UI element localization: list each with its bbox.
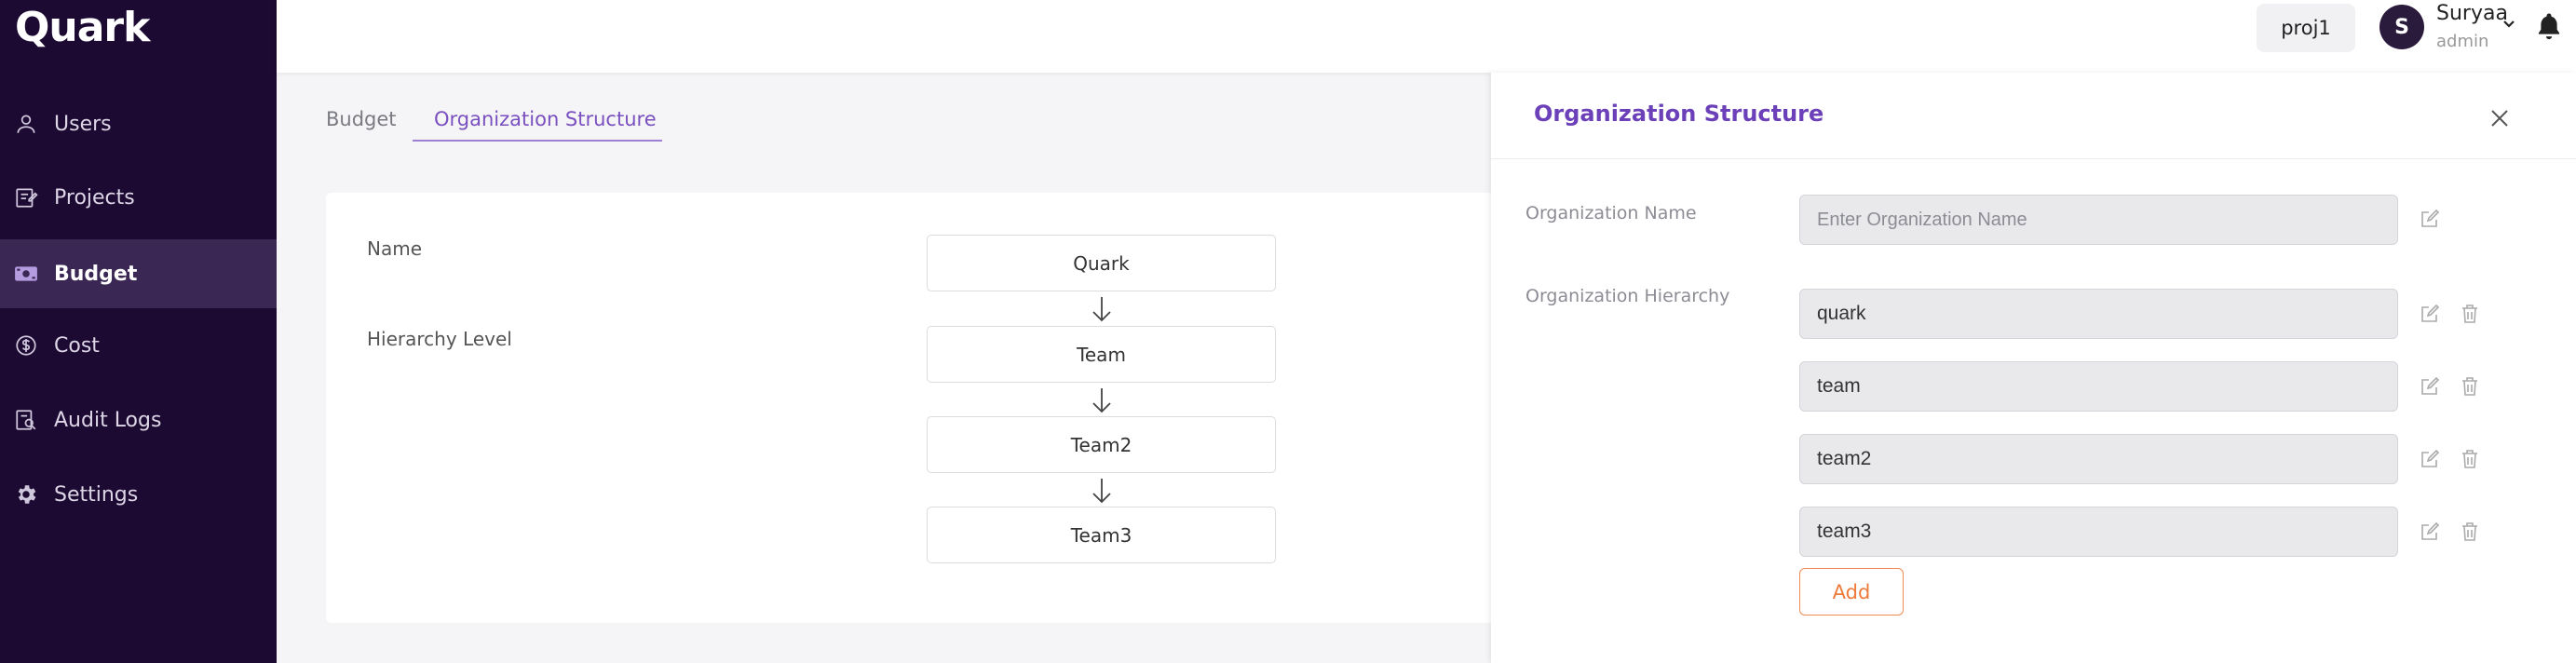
trash-icon[interactable] — [2459, 448, 2481, 470]
sidebar-item-projects[interactable]: Projects — [0, 163, 277, 232]
audit-search-icon — [13, 407, 39, 433]
organization-name-input[interactable] — [1817, 209, 2397, 231]
hierarchy-box: Team2 — [927, 416, 1276, 473]
trash-icon[interactable] — [2459, 375, 2481, 398]
arrow-down-icon — [1092, 297, 1111, 322]
sidebar-item-audit-logs[interactable]: Audit Logs — [0, 386, 277, 454]
sidebar-item-users[interactable]: Users — [0, 89, 277, 158]
tab-organization-structure[interactable]: Organization Structure — [434, 108, 657, 130]
dollar-circle-icon — [13, 332, 39, 359]
sidebar-item-label: Audit Logs — [54, 408, 162, 432]
bell-icon[interactable] — [2535, 11, 2563, 41]
user-name[interactable]: Suryaa — [2436, 2, 2508, 25]
add-button[interactable]: Add — [1799, 568, 1904, 616]
sidebar-item-label: Cost — [54, 333, 100, 358]
panel-divider — [1491, 158, 2576, 159]
sidebar-item-cost[interactable]: Cost — [0, 311, 277, 380]
user-role: admin — [2436, 32, 2489, 51]
top-header — [277, 0, 2576, 73]
organization-hierarchy-label: Organization Hierarchy — [1525, 286, 1730, 306]
trash-icon[interactable] — [2459, 303, 2481, 325]
name-label: Name — [367, 237, 423, 260]
money-icon — [13, 261, 39, 287]
arrow-down-icon — [1092, 479, 1111, 504]
user-icon — [13, 111, 39, 137]
tab-budget[interactable]: Budget — [326, 108, 397, 130]
hierarchy-box: Quark — [927, 235, 1276, 291]
edit-icon[interactable] — [2419, 375, 2441, 398]
organization-structure-panel: Organization Structure Organization Name… — [1491, 73, 2576, 663]
sidebar: Quark Users Projects Budget Cost Audit L… — [0, 0, 277, 663]
organization-name-field[interactable] — [1799, 195, 2398, 245]
organization-name-label: Organization Name — [1525, 203, 1697, 223]
sidebar-item-settings[interactable]: Settings — [0, 460, 277, 529]
sidebar-item-label: Settings — [54, 482, 139, 507]
hierarchy-field[interactable]: team2 — [1799, 434, 2398, 484]
trash-icon[interactable] — [2459, 521, 2481, 543]
gear-icon — [13, 481, 39, 507]
sidebar-item-budget[interactable]: Budget — [0, 239, 277, 308]
panel-title: Organization Structure — [1534, 101, 1824, 127]
app-logo: Quark — [15, 4, 150, 51]
hierarchy-box: Team3 — [927, 507, 1276, 563]
hierarchy-field[interactable]: team3 — [1799, 507, 2398, 557]
arrow-down-icon — [1092, 388, 1111, 413]
hierarchy-field[interactable]: team — [1799, 361, 2398, 412]
avatar[interactable]: S — [2379, 5, 2424, 49]
hierarchy-field[interactable]: quark — [1799, 289, 2398, 339]
hierarchy-level-label: Hierarchy Level — [367, 328, 512, 350]
sidebar-item-label: Users — [54, 112, 112, 136]
project-selector[interactable]: proj1 — [2257, 4, 2355, 52]
hierarchy-box: Team — [927, 326, 1276, 383]
edit-icon[interactable] — [2419, 448, 2441, 470]
edit-icon[interactable] — [2419, 521, 2441, 543]
edit-document-icon — [13, 184, 39, 210]
active-tab-indicator — [413, 140, 662, 142]
sidebar-item-label: Projects — [54, 185, 135, 210]
sidebar-item-label: Budget — [54, 262, 138, 286]
close-icon[interactable] — [2488, 106, 2512, 130]
edit-icon[interactable] — [2419, 303, 2441, 325]
edit-icon[interactable] — [2419, 208, 2441, 230]
chevron-down-icon[interactable] — [2501, 17, 2516, 32]
